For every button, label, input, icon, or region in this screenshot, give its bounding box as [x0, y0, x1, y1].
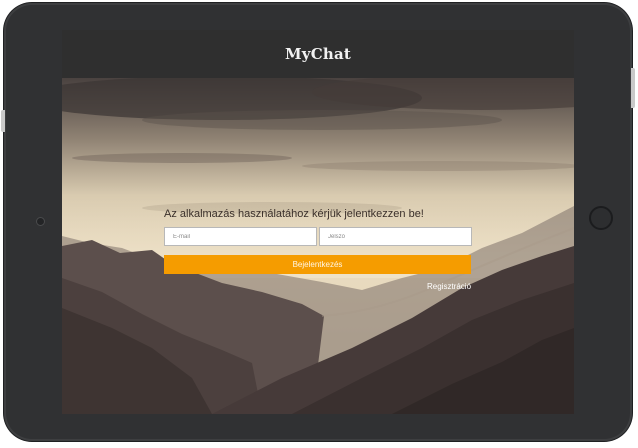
- app-header: MyChat: [62, 30, 574, 78]
- app-title: MyChat: [284, 45, 351, 63]
- device-screen: MyChat Az alkalmazás használatához kérjü…: [62, 30, 574, 414]
- email-field[interactable]: [164, 227, 317, 246]
- home-button-icon[interactable]: [589, 206, 613, 230]
- register-link[interactable]: Regisztráció: [427, 282, 471, 291]
- login-button[interactable]: Bejelentkezés: [164, 255, 471, 274]
- mountain-background-image: [62, 78, 574, 414]
- tablet-volume-button: [1, 110, 5, 132]
- login-prompt-text: Az alkalmazás használatához kérjük jelen…: [164, 208, 424, 220]
- password-field[interactable]: [319, 227, 472, 246]
- tablet-side-button: [631, 68, 635, 108]
- camera-icon: [36, 217, 45, 226]
